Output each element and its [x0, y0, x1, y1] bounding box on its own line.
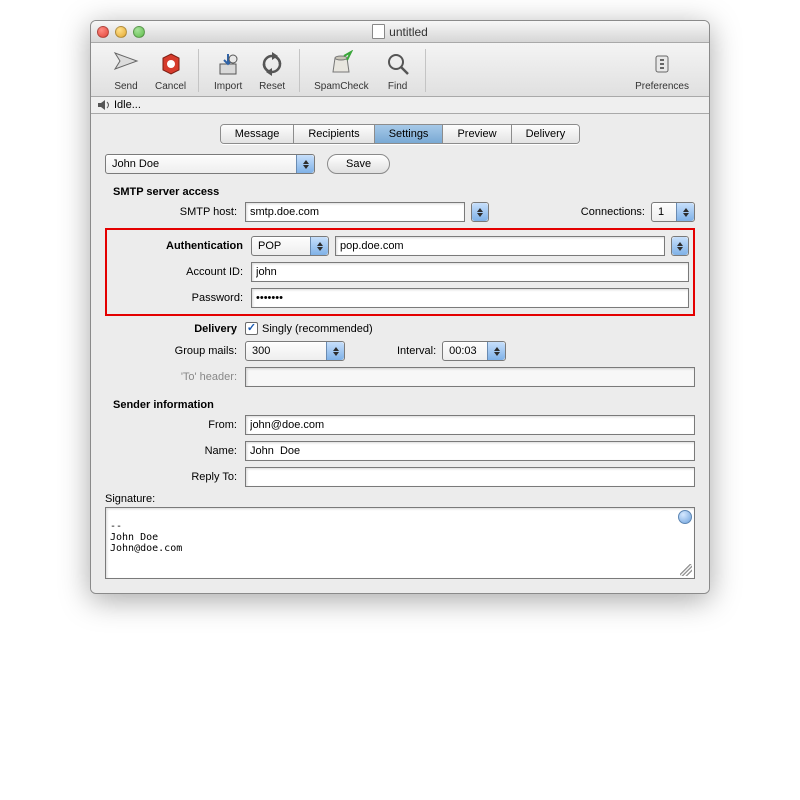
- save-label: Save: [346, 158, 371, 170]
- name-label: Name:: [105, 445, 245, 457]
- import-icon: [213, 49, 243, 79]
- spamcheck-icon: [326, 49, 356, 79]
- minimize-button[interactable]: [115, 26, 127, 38]
- preferences-button[interactable]: Preferences: [629, 49, 695, 92]
- tab-recipients[interactable]: Recipients: [294, 125, 374, 143]
- cancel-button[interactable]: Cancel: [149, 49, 192, 92]
- smtp-host-history-button[interactable]: [471, 202, 489, 222]
- tab-preview[interactable]: Preview: [443, 125, 511, 143]
- connections-value: 1: [658, 206, 664, 218]
- import-label: Import: [214, 81, 242, 92]
- reset-icon: [257, 49, 287, 79]
- spamcheck-label: SpamCheck: [314, 81, 368, 92]
- from-label: From:: [105, 419, 245, 431]
- interval-label: Interval:: [397, 345, 436, 357]
- smtp-host-input[interactable]: [245, 202, 465, 222]
- account-id-input[interactable]: [251, 262, 689, 282]
- status-text: Idle...: [114, 99, 141, 111]
- save-button[interactable]: Save: [327, 154, 390, 174]
- status-speaker-icon: [97, 99, 111, 111]
- resize-grip-icon[interactable]: [680, 564, 692, 576]
- traffic-lights: [97, 26, 145, 38]
- zoom-button[interactable]: [133, 26, 145, 38]
- group-mails-select[interactable]: 300: [245, 341, 345, 361]
- smtp-host-label: SMTP host:: [105, 206, 245, 218]
- cancel-icon: [156, 49, 186, 79]
- preferences-icon: [647, 49, 677, 79]
- settings-panel: John Doe Save SMTP server access SMTP ho…: [91, 150, 709, 593]
- import-button[interactable]: Import: [207, 49, 249, 92]
- reset-button[interactable]: Reset: [251, 49, 293, 92]
- interval-select[interactable]: 00:03: [442, 341, 506, 361]
- from-input[interactable]: [245, 415, 695, 435]
- status-bar: Idle...: [91, 97, 709, 114]
- interval-value: 00:03: [449, 345, 477, 357]
- auth-scheme-select[interactable]: POP: [251, 236, 329, 256]
- select-arrows-icon: [296, 155, 314, 173]
- profile-select[interactable]: John Doe: [105, 154, 315, 174]
- send-label: Send: [114, 81, 137, 92]
- preferences-label: Preferences: [635, 81, 689, 92]
- send-button[interactable]: Send: [105, 49, 147, 92]
- find-icon: [383, 49, 413, 79]
- tab-bar: Message Recipients Settings Preview Deli…: [91, 114, 709, 150]
- tab-message[interactable]: Message: [221, 125, 295, 143]
- find-label: Find: [388, 81, 407, 92]
- scrollbar-thumb[interactable]: [678, 510, 692, 524]
- delivery-section-label: Delivery: [105, 323, 245, 335]
- sender-section-header: Sender information: [105, 393, 695, 415]
- name-input[interactable]: [245, 441, 695, 461]
- signature-label: Signature:: [105, 493, 695, 505]
- account-id-label: Account ID:: [111, 266, 251, 278]
- connections-select[interactable]: 1: [651, 202, 695, 222]
- app-window: untitled Send Cancel Imp: [90, 20, 710, 594]
- reply-to-input[interactable]: [245, 467, 695, 487]
- document-icon: [372, 24, 385, 39]
- authentication-highlight: Authentication POP Account ID: Password:: [105, 228, 695, 316]
- auth-server-history-button[interactable]: [671, 236, 689, 256]
- signature-text: -- John Doe John@doe.com: [110, 521, 182, 554]
- group-mails-value: 300: [252, 345, 270, 357]
- tab-delivery[interactable]: Delivery: [512, 125, 580, 143]
- titlebar: untitled: [91, 21, 709, 43]
- close-button[interactable]: [97, 26, 109, 38]
- singly-checkbox[interactable]: [245, 322, 258, 335]
- singly-label: Singly (recommended): [262, 323, 373, 335]
- reset-label: Reset: [259, 81, 285, 92]
- auth-server-input[interactable]: [335, 236, 665, 256]
- smtp-section-header: SMTP server access: [105, 180, 695, 202]
- reply-to-label: Reply To:: [105, 471, 245, 483]
- auth-section-label: Authentication: [111, 240, 251, 252]
- window-title: untitled: [389, 25, 428, 39]
- auth-scheme-value: POP: [258, 240, 281, 252]
- tab-settings[interactable]: Settings: [375, 125, 444, 143]
- connections-label: Connections:: [581, 206, 645, 218]
- spamcheck-button[interactable]: SpamCheck: [308, 49, 374, 92]
- find-button[interactable]: Find: [377, 49, 419, 92]
- send-icon: [111, 49, 141, 79]
- group-mails-label: Group mails:: [105, 345, 245, 357]
- profile-select-value: John Doe: [112, 158, 159, 170]
- to-header-input: [245, 367, 695, 387]
- password-input[interactable]: [251, 288, 689, 308]
- signature-textarea[interactable]: -- John Doe John@doe.com: [105, 507, 695, 579]
- password-label: Password:: [111, 292, 251, 304]
- toolbar: Send Cancel Import Reset: [91, 43, 709, 97]
- cancel-label: Cancel: [155, 81, 186, 92]
- to-header-label: 'To' header:: [105, 371, 245, 383]
